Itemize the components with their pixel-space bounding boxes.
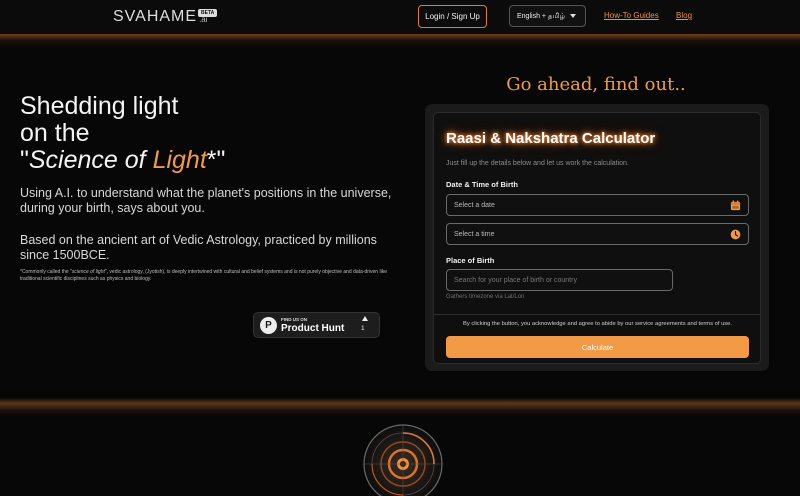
place-of-birth-label: Place of Birth [446,256,495,265]
nav-blog-link[interactable]: Blog [676,11,692,20]
hero-title-light: Light [152,146,207,174]
time-picker-field[interactable]: Select a time [446,223,749,245]
hero-footnote: *Commonly called the "science of light",… [20,269,390,283]
hero-description: Using A.I. to understand what the planet… [20,186,392,215]
place-placeholder: Search for your place of birth or countr… [454,276,577,284]
footnote-prefix: *Commonly called the " [20,269,72,275]
beta-badge: BETA [198,9,218,17]
hero-title-line3: "Science of Light*" [20,147,320,174]
product-hunt-logo-icon: P [260,317,277,334]
section-glow-divider [0,398,800,416]
astro-radar-emblem [363,424,443,496]
calculator-heading: Go ahead, find out.. [506,74,686,95]
time-placeholder: Select a time [454,230,495,238]
product-hunt-caption: FIND US ON [281,317,308,322]
calculate-button[interactable]: Calculate [446,336,749,358]
upvote-arrow-icon [362,316,368,321]
timezone-hint: Gathers timezone via Lat/Lon [446,294,525,300]
svahame-logo[interactable]: SVAHAME .ai [113,8,208,26]
logo-wordmark: SVAHAME [113,8,198,25]
calculator-divider [434,314,760,315]
calendar-icon [730,200,741,211]
calculator-subtitle: Just fill up the details below and let u… [446,160,629,167]
hero-title-science: Science of [28,146,153,174]
place-search-input[interactable]: Search for your place of birth or countr… [446,269,673,291]
hero-title: Shedding light on the "Science of Light*… [20,93,320,174]
date-picker-field[interactable]: Select a date [446,194,749,216]
chevron-down-icon [570,14,576,18]
product-hunt-name: Product Hunt [281,323,345,334]
language-select-value: English + தமிழ் [517,12,566,20]
clock-icon [730,229,741,240]
login-signup-button[interactable]: Login / Sign Up [418,5,487,28]
calculator-title: Raasi & Nakshatra Calculator [446,130,656,147]
language-select[interactable]: English + தமிழ் [509,5,586,27]
datetime-label: Date & Time of Birth [446,180,518,189]
hero-title-quote-close: *" [206,146,226,174]
terms-notice: By clicking the button, you acknowledge … [462,321,733,327]
hero-description-vedic: Based on the ancient art of Vedic Astrol… [20,233,377,262]
date-placeholder: Select a date [454,201,495,209]
upvote-count: 1 [361,325,365,332]
hero-title-quote-open: " [20,146,29,174]
hero-title-line2: on the [20,119,90,147]
footnote-emphasis: science of light [71,269,105,275]
header-glow-divider [0,34,800,48]
hero-title-line1: Shedding light [20,92,179,120]
product-hunt-badge[interactable]: P FIND US ON Product Hunt 1 [253,312,380,338]
nav-how-to-guides-link[interactable]: How-To Guides [604,11,659,20]
